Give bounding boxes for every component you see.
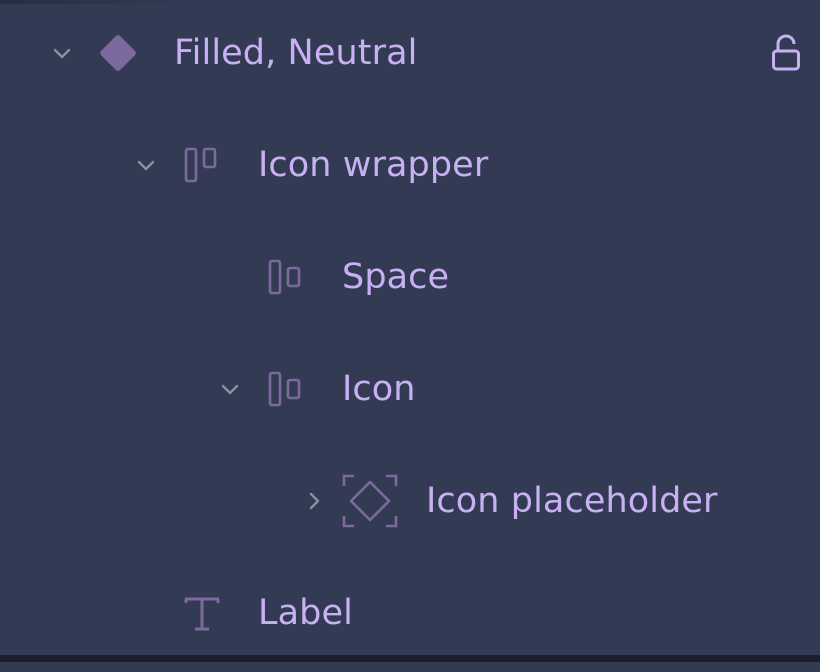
layers-panel: Filled, Neutral Icon wrapper Space Icon … — [0, 0, 820, 655]
layer-label: Icon wrapper — [258, 145, 489, 185]
layer-row-icon-placeholder[interactable]: Icon placeholder — [0, 448, 820, 560]
chevron-down-icon[interactable] — [216, 375, 244, 403]
layer-row-filled-neutral[interactable]: Filled, Neutral — [0, 0, 820, 112]
layer-label: Filled, Neutral — [174, 33, 418, 73]
layer-label: Icon placeholder — [426, 481, 718, 521]
text-icon — [180, 591, 224, 635]
layer-row-icon[interactable]: Icon — [0, 336, 820, 448]
auto-layout-icon — [264, 255, 308, 299]
layer-label: Space — [342, 257, 450, 297]
auto-layout-icon — [264, 367, 308, 411]
panel-bottom-edge — [0, 655, 820, 662]
chevron-down-icon[interactable] — [48, 39, 76, 67]
lock-icon[interactable] — [768, 31, 804, 75]
auto-layout-icon — [180, 143, 224, 187]
component-diamond-icon — [96, 31, 140, 75]
layer-row-icon-wrapper[interactable]: Icon wrapper — [0, 112, 820, 224]
layer-label: Label — [258, 593, 353, 633]
chevron-down-icon[interactable] — [132, 151, 160, 179]
instance-icon — [342, 474, 398, 528]
chevron-right-icon[interactable] — [300, 487, 328, 515]
layer-label: Icon — [342, 369, 416, 409]
layer-row-space[interactable]: Space — [0, 224, 820, 336]
